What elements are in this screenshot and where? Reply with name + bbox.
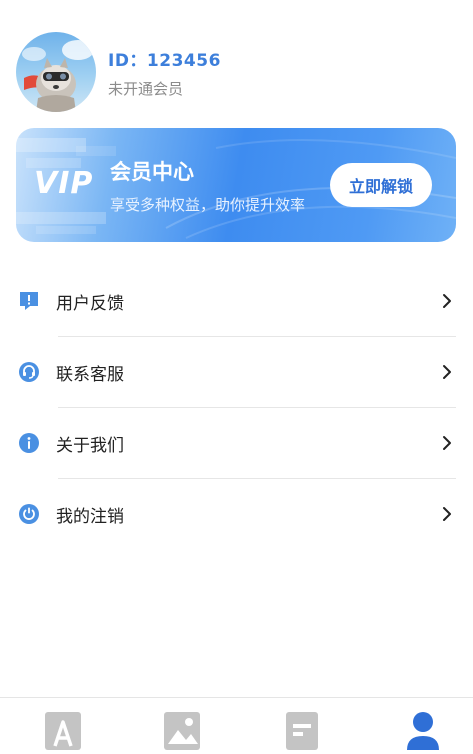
vip-subtitle: 享受多种权益，助你提升效率 (110, 196, 306, 214)
membership-status: 未开通会员 (108, 80, 184, 98)
unlock-button[interactable]: 立即解锁 (330, 163, 432, 207)
tab-text[interactable] (43, 710, 83, 750)
avatar[interactable] (16, 32, 96, 112)
menu-item-customer-service[interactable]: 联系客服 (0, 337, 473, 407)
text-icon (45, 712, 81, 750)
tab-profile[interactable] (403, 710, 443, 750)
menu-label-deactivate: 我的注销 (56, 507, 124, 527)
user-id: ID：123456 (108, 51, 221, 71)
menu-item-about-us[interactable]: 关于我们 (0, 408, 473, 478)
menu-label-feedback: 用户反馈 (56, 294, 124, 314)
menu-label-customer-service: 联系客服 (56, 365, 124, 385)
vip-title: 会员中心 (110, 160, 194, 184)
vip-card[interactable]: VIP 会员中心 享受多种权益，助你提升效率 立即解锁 (16, 128, 456, 242)
avatar-image (22, 40, 94, 112)
tab-document[interactable] (282, 710, 322, 750)
document-icon (286, 712, 318, 750)
bottom-tab-bar (0, 697, 473, 750)
vip-logo: VIP (34, 166, 94, 201)
feedback-icon (20, 292, 38, 310)
chevron-right-icon (443, 294, 451, 308)
image-icon (164, 712, 200, 750)
menu-item-feedback[interactable]: 用户反馈 (0, 266, 473, 336)
chevron-right-icon (443, 436, 451, 450)
menu-item-deactivate[interactable]: 我的注销 (0, 479, 473, 549)
info-icon (19, 433, 39, 453)
chevron-right-icon (443, 365, 451, 379)
user-icon (407, 712, 439, 750)
chevron-right-icon (443, 507, 451, 521)
headset-icon (19, 362, 39, 382)
menu-label-about-us: 关于我们 (56, 436, 124, 456)
tab-image[interactable] (162, 710, 202, 750)
power-icon (19, 504, 39, 524)
